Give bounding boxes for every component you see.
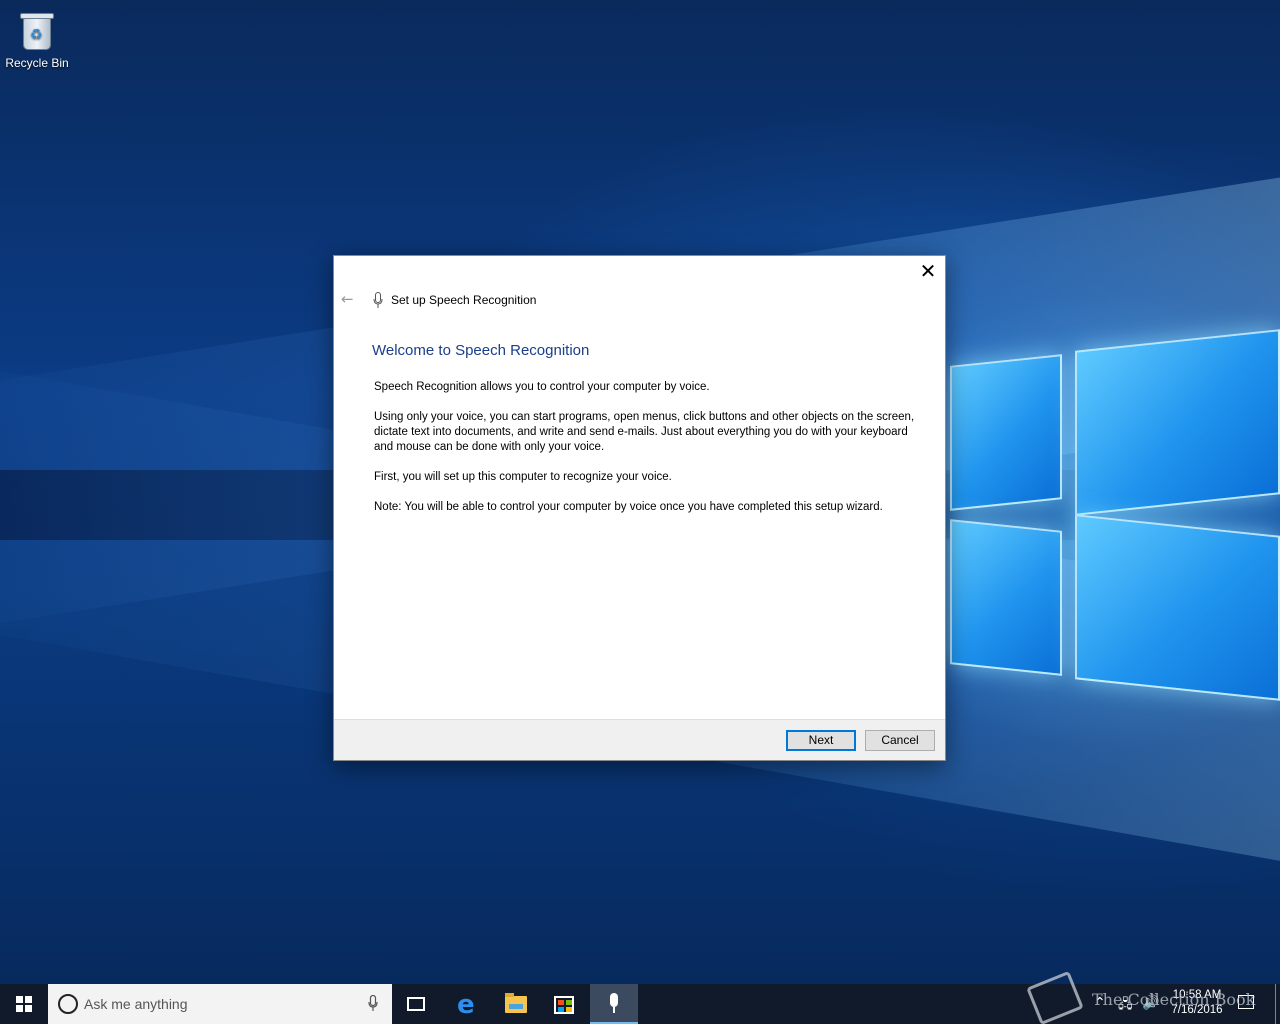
close-button[interactable]: ✕ [917,261,939,283]
dialog-footer: Next Cancel [334,719,945,760]
start-button[interactable] [0,984,48,1024]
body-paragraph: First, you will set up this computer to … [374,471,672,483]
body-paragraph: Using only your voice, you can start pro… [374,411,915,453]
cortana-search-box[interactable]: Ask me anything [48,984,392,1024]
cancel-button[interactable]: Cancel [865,730,935,751]
windows-logo-wallpaper [940,320,1280,701]
watermark: The Collection Book [1026,970,1278,1024]
store-icon [554,996,574,1014]
desktop-icon-recycle-bin[interactable]: ♻ Recycle Bin [4,8,70,74]
file-explorer-icon [505,993,527,1013]
windows-start-icon [16,996,32,1012]
page-heading: Welcome to Speech Recognition [372,342,590,359]
microphone-icon[interactable] [368,995,378,1012]
task-view-button[interactable] [396,984,436,1024]
edge-icon: e [457,990,475,1020]
taskbar-edge[interactable]: e [446,984,488,1024]
speech-setup-dialog: ✕ ← Set up Speech Recognition Welcome to… [333,255,946,761]
dialog-title: Set up Speech Recognition [391,293,537,307]
next-button[interactable]: Next [786,730,856,751]
taskbar-store[interactable] [542,984,584,1024]
watermark-text: The Collection Book [1092,990,1256,1009]
body-paragraph: Note: You will be able to control your c… [374,501,883,513]
dialog-body: Speech Recognition allows you to control… [374,380,926,530]
recycle-bin-icon: ♻ [19,10,55,52]
book-icon [1026,970,1084,1024]
cortana-icon [58,994,78,1014]
microphone-icon [373,292,383,308]
desktop-icon-label: Recycle Bin [5,56,69,70]
taskbar-speech-recognition[interactable] [590,984,638,1024]
back-arrow-icon[interactable]: ← [341,290,354,308]
task-view-icon [407,997,425,1011]
body-paragraph: Speech Recognition allows you to control… [374,381,710,393]
taskbar-file-explorer[interactable] [494,984,536,1024]
search-placeholder: Ask me anything [84,996,188,1012]
